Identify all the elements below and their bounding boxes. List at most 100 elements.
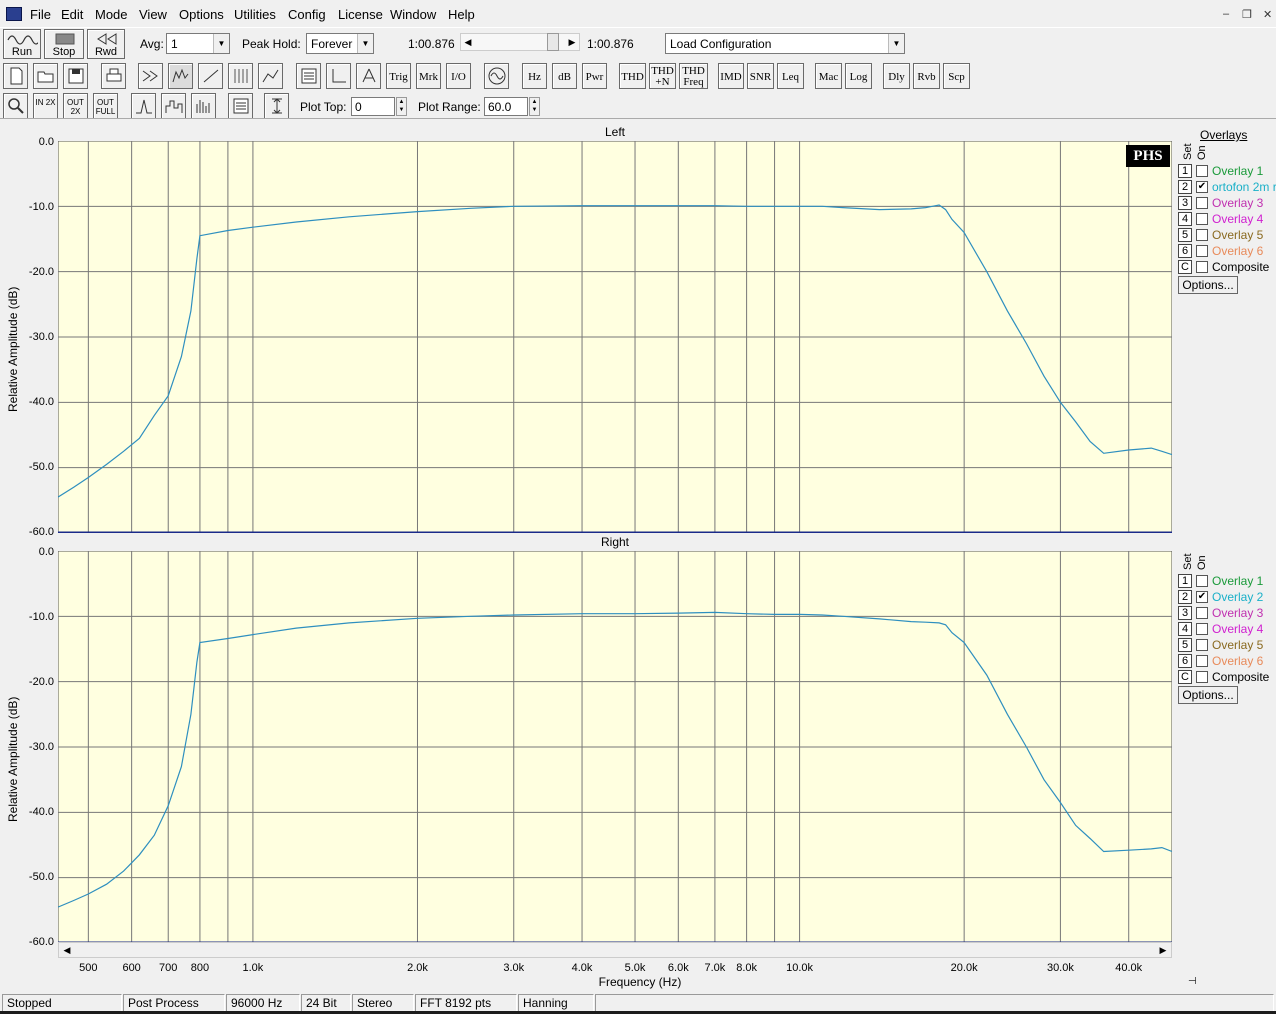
- vertical-range-button[interactable]: [264, 93, 289, 119]
- transfer-button[interactable]: [198, 63, 223, 89]
- overlay-on-checkbox[interactable]: [1196, 213, 1208, 225]
- scp-button[interactable]: Scp: [943, 63, 970, 89]
- thd-button[interactable]: THD: [619, 63, 646, 89]
- zoom-out-2x-button[interactable]: OUT 2X: [63, 93, 88, 119]
- plot-range-spinner[interactable]: ▲ ▼: [529, 97, 540, 116]
- axis-button[interactable]: [326, 63, 351, 89]
- menu-license[interactable]: License: [338, 7, 383, 22]
- rewind-button[interactable]: Rwd: [87, 29, 125, 59]
- arrow-left-icon[interactable]: ◀: [59, 943, 75, 957]
- menu-window[interactable]: Window: [390, 7, 436, 22]
- overlay-set-button[interactable]: 6: [1178, 654, 1192, 668]
- plot-top-spinner[interactable]: ▲ ▼: [396, 97, 407, 116]
- save-button[interactable]: [63, 63, 88, 89]
- fast-forward-button[interactable]: [138, 63, 163, 89]
- menu-file[interactable]: File: [30, 7, 51, 22]
- io-button[interactable]: I/O: [446, 63, 471, 89]
- overlay-set-button[interactable]: 4: [1178, 622, 1192, 636]
- overlay-on-checkbox[interactable]: [1196, 261, 1208, 273]
- mac-button[interactable]: Mac: [815, 63, 842, 89]
- db-button[interactable]: dB: [552, 63, 577, 89]
- hz-button[interactable]: Hz: [522, 63, 547, 89]
- spectrogram-button[interactable]: [228, 63, 253, 89]
- pwr-button[interactable]: Pwr: [582, 63, 607, 89]
- overlay-set-button[interactable]: 6: [1178, 244, 1192, 258]
- overlay-row[interactable]: 2 ✔ ortofon 2m r: [1178, 180, 1276, 194]
- slider-thumb[interactable]: [547, 33, 559, 51]
- trig-button[interactable]: Trig: [386, 63, 411, 89]
- plot-range-input[interactable]: 60.0: [484, 97, 528, 116]
- minimize-icon[interactable]: –: [1223, 8, 1229, 20]
- menu-utilities[interactable]: Utilities: [234, 7, 276, 22]
- rvb-button[interactable]: Rvb: [913, 63, 940, 89]
- overlay-row[interactable]: 4 Overlay 4: [1178, 622, 1276, 636]
- right-channel-plot[interactable]: [58, 551, 1172, 943]
- overlay-on-checkbox[interactable]: [1196, 165, 1208, 177]
- line-plot-button[interactable]: [131, 93, 156, 119]
- overlay-set-button[interactable]: 4: [1178, 212, 1192, 226]
- zoom-in-2x-button[interactable]: IN 2X: [33, 93, 58, 119]
- overlay-on-checkbox[interactable]: [1196, 655, 1208, 667]
- overlay-set-button[interactable]: 2: [1178, 590, 1192, 604]
- overlay-on-checkbox[interactable]: ✔: [1196, 591, 1208, 603]
- new-file-button[interactable]: [3, 63, 28, 89]
- left-channel-plot[interactable]: [58, 141, 1172, 533]
- overlay-set-button[interactable]: 3: [1178, 196, 1192, 210]
- left-options-button[interactable]: Options...: [1178, 276, 1238, 294]
- snr-button[interactable]: SNR: [747, 63, 774, 89]
- overlay-on-checkbox[interactable]: [1196, 671, 1208, 683]
- overlay-on-checkbox[interactable]: [1196, 229, 1208, 241]
- overlay-on-checkbox[interactable]: ✔: [1196, 181, 1208, 193]
- resize-grip-icon[interactable]: ⊣: [1188, 976, 1197, 987]
- overlay-set-button[interactable]: C: [1178, 670, 1192, 684]
- waterfall-button[interactable]: [258, 63, 283, 89]
- menu-view[interactable]: View: [139, 7, 167, 22]
- calibrate-button[interactable]: [356, 63, 381, 89]
- overlay-row[interactable]: C Composite: [1178, 670, 1276, 684]
- overlay-on-checkbox[interactable]: [1196, 197, 1208, 209]
- overlay-on-checkbox[interactable]: [1196, 623, 1208, 635]
- log-button[interactable]: Log: [845, 63, 872, 89]
- overlay-row[interactable]: 1 Overlay 1: [1178, 574, 1276, 588]
- menu-mode[interactable]: Mode: [95, 7, 128, 22]
- overlay-row[interactable]: C Composite: [1178, 260, 1276, 274]
- app-icon[interactable]: [6, 7, 22, 21]
- overlay-row[interactable]: 3 Overlay 3: [1178, 196, 1276, 210]
- overlay-row[interactable]: 3 Overlay 3: [1178, 606, 1276, 620]
- arrow-right-icon[interactable]: ▶: [565, 34, 579, 50]
- panel-button[interactable]: [296, 63, 321, 89]
- menu-help[interactable]: Help: [448, 7, 475, 22]
- overlay-on-checkbox[interactable]: [1196, 575, 1208, 587]
- avg-select[interactable]: 1 ▼: [166, 33, 230, 54]
- mrk-button[interactable]: Mrk: [416, 63, 441, 89]
- horizontal-scrollbar[interactable]: ◀ ▶: [58, 942, 1172, 958]
- open-button[interactable]: [33, 63, 58, 89]
- leq-button[interactable]: Leq: [777, 63, 804, 89]
- dly-button[interactable]: Dly: [883, 63, 910, 89]
- overlay-row[interactable]: 6 Overlay 6: [1178, 654, 1276, 668]
- overlay-set-button[interactable]: 2: [1178, 180, 1192, 194]
- peak-hold-select[interactable]: Forever ▼: [306, 33, 374, 54]
- overlay-on-checkbox[interactable]: [1196, 607, 1208, 619]
- arrow-left-icon[interactable]: ◀: [461, 34, 475, 50]
- step-plot-button[interactable]: [161, 93, 186, 119]
- overlay-row[interactable]: 5 Overlay 5: [1178, 228, 1276, 242]
- overlay-on-checkbox[interactable]: [1196, 245, 1208, 257]
- restore-icon[interactable]: ❐: [1242, 8, 1252, 21]
- overlay-on-checkbox[interactable]: [1196, 639, 1208, 651]
- overlay-set-button[interactable]: 3: [1178, 606, 1192, 620]
- bar-plot-button[interactable]: [191, 93, 216, 119]
- overlay-set-button[interactable]: 1: [1178, 164, 1192, 178]
- print-button[interactable]: [101, 63, 126, 89]
- close-icon[interactable]: ✕: [1263, 8, 1272, 21]
- zoom-button[interactable]: [3, 93, 28, 119]
- overlay-row[interactable]: 1 Overlay 1: [1178, 164, 1276, 178]
- menu-edit[interactable]: Edit: [61, 7, 83, 22]
- overlay-set-button[interactable]: 5: [1178, 228, 1192, 242]
- overlay-row[interactable]: 4 Overlay 4: [1178, 212, 1276, 226]
- layout-button[interactable]: [228, 93, 253, 119]
- overlay-set-button[interactable]: C: [1178, 260, 1192, 274]
- run-button[interactable]: Run: [3, 29, 41, 59]
- menu-config[interactable]: Config: [288, 7, 326, 22]
- overlay-set-button[interactable]: 5: [1178, 638, 1192, 652]
